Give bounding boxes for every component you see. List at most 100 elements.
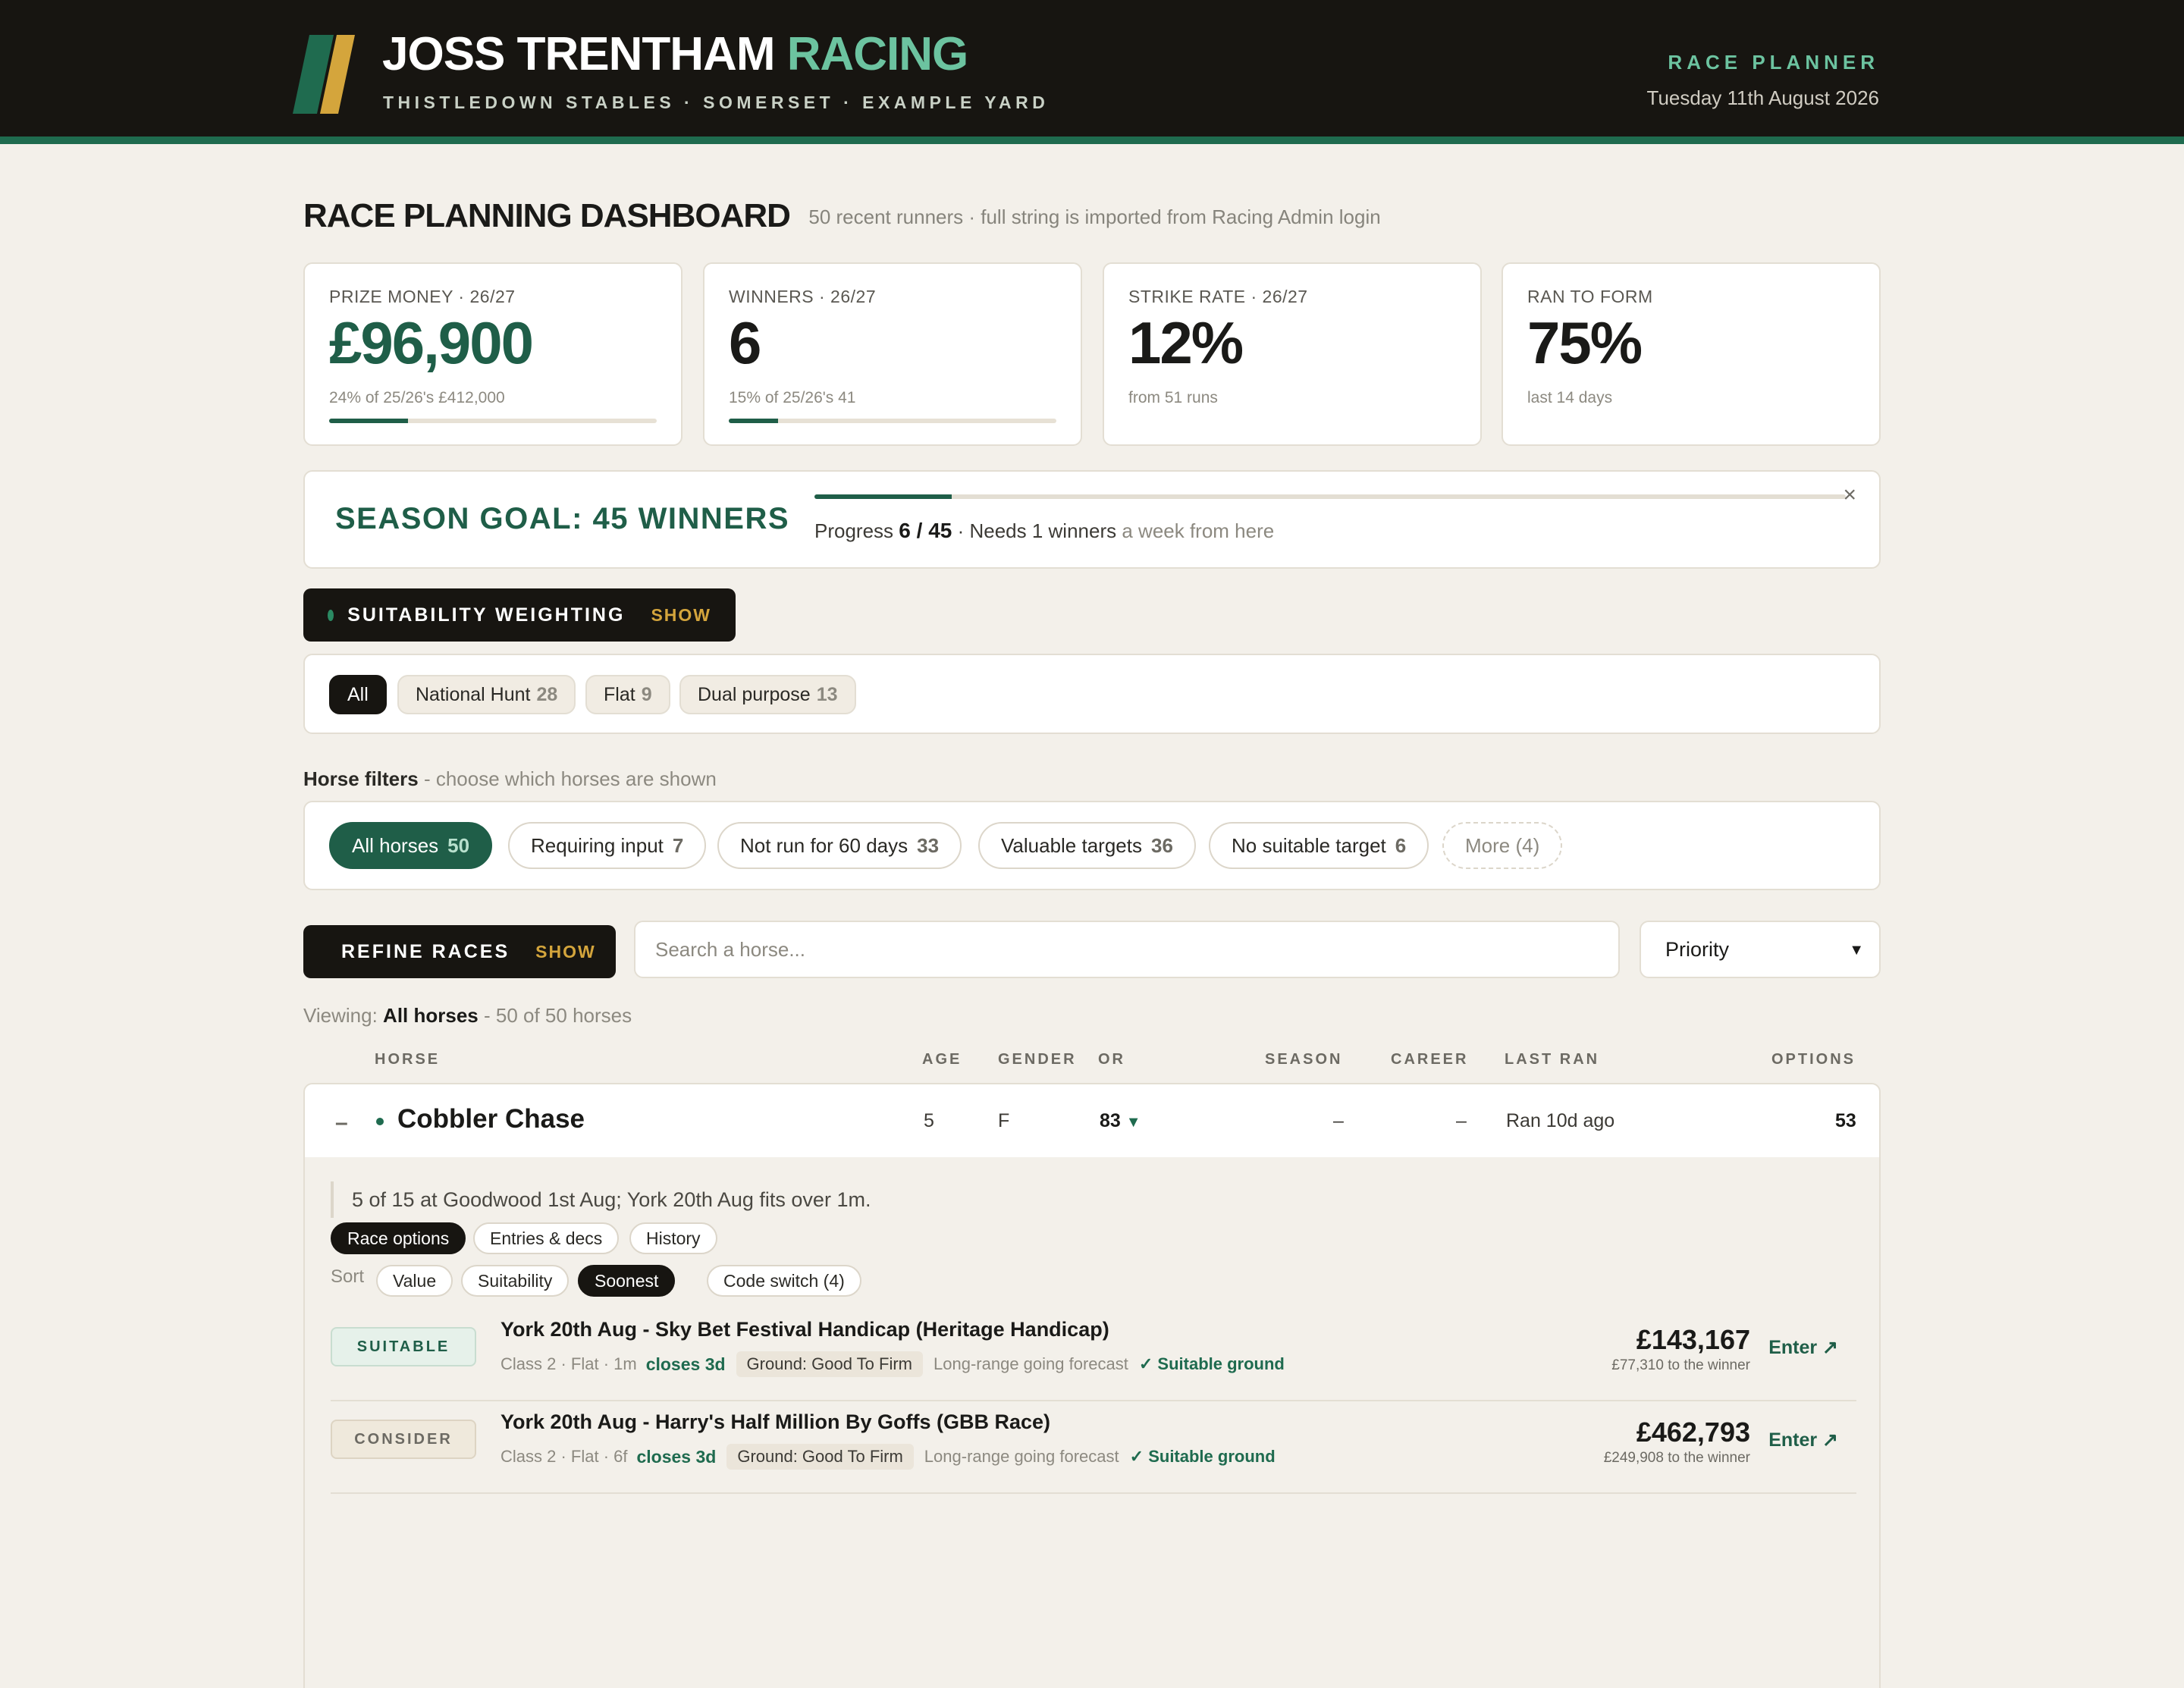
season-goal-title: SEASON GOAL: 45 WINNERS (335, 502, 790, 535)
suitable-ground-indicator: ✓ Suitable ground (1129, 1447, 1276, 1466)
horse-last-ran: Ran 10d ago (1506, 1110, 1615, 1131)
horse-or: 83 ▼ (1100, 1110, 1141, 1131)
enter-link[interactable]: Enter ↗ (1768, 1336, 1838, 1359)
stat-value: 6 (729, 309, 761, 376)
horse-note: 5 of 15 at Goodwood 1st Aug; York 20th A… (331, 1181, 871, 1218)
dashboard-heading: RACE PLANNING DASHBOARD 50 recent runner… (303, 197, 1381, 235)
priority-select[interactable]: Priority ▼ (1640, 921, 1881, 978)
page-subtitle: 50 recent runners · full string is impor… (808, 206, 1381, 228)
horse-season: – (1333, 1110, 1344, 1131)
stat-label: PRIZE MONEY · 26/27 (329, 287, 516, 306)
ground-badge: Ground: Good To Firm (736, 1351, 924, 1377)
brand-title: JOSS TRENTHAM RACING (382, 28, 968, 80)
status-badge: SUITABLE (331, 1327, 476, 1366)
stat-card-prize-money: PRIZE MONEY · 26/27 £96,900 24% of 25/26… (303, 262, 682, 446)
race-meta: Class 2 · Flat · 6f closes 3d Ground: Go… (500, 1444, 1276, 1470)
column-header-age[interactable]: AGE (922, 1051, 962, 1068)
sort-soonest[interactable]: Soonest (578, 1265, 676, 1297)
filter-not-run-60-days[interactable]: Not run for 60 days 33 (717, 822, 962, 869)
code-chip-flat[interactable]: Flat 9 (585, 675, 670, 714)
horse-options-count: 53 (1835, 1110, 1856, 1131)
sort-suitability[interactable]: Suitability (461, 1265, 570, 1297)
column-header-gender[interactable]: GENDER (998, 1051, 1077, 1068)
stat-label: STRIKE RATE · 26/27 (1128, 287, 1308, 306)
race-prize-winner: £249,908 to the winner (1603, 1450, 1750, 1466)
tab-race-options[interactable]: Race options (331, 1222, 466, 1254)
race-prize-winner: £77,310 to the winner (1611, 1357, 1750, 1373)
horse-detail-panel: 5 of 15 at Goodwood 1st Aug; York 20th A… (303, 1157, 1881, 1688)
stat-progress-bar (729, 419, 1056, 423)
enter-link[interactable]: Enter ↗ (1768, 1429, 1838, 1451)
tab-entries-decs[interactable]: Entries & decs (473, 1222, 620, 1254)
column-header-options[interactable]: OPTIONS (1771, 1051, 1856, 1068)
status-dot-icon (328, 609, 334, 621)
top-header: JOSS TRENTHAM RACING THISTLEDOWN STABLES… (0, 0, 2184, 144)
season-goal-progress-text: Progress 6 / 45 · Needs 1 winners a week… (814, 519, 1275, 542)
filter-all-horses[interactable]: All horses 50 (329, 822, 493, 869)
select-value: Priority (1665, 937, 1730, 961)
stat-card-strike-rate: STRIKE RATE · 26/27 12% from 51 runs (1103, 262, 1482, 446)
horse-gender: F (998, 1110, 1010, 1131)
column-header-career[interactable]: CAREER (1391, 1051, 1468, 1068)
code-filter-bar: All National Hunt 28 Flat 9 Dual purpose 13 (303, 654, 1881, 734)
filter-valuable-targets[interactable]: Valuable targets 36 (978, 822, 1196, 869)
race-option: SUITABLE York 20th Aug - Sky Bet Festiva… (331, 1310, 1856, 1401)
horse-filters-heading: Horse filters - choose which horses are … (303, 767, 717, 790)
stat-note: 24% of 25/26's £412,000 (329, 389, 505, 406)
horse-name[interactable]: Cobbler Chase (397, 1104, 585, 1134)
horse-filter-bar: All horses 50 Requiring input 7 Not run fo… (303, 801, 1881, 890)
column-header-last-ran[interactable]: LAST RAN (1505, 1051, 1599, 1068)
ground-badge: Ground: Good To Firm (726, 1444, 914, 1470)
filter-more[interactable]: More (4) (1442, 822, 1563, 869)
viewing-summary: Viewing: All horses - 50 of 50 horses (303, 1004, 632, 1027)
status-dot-icon (376, 1118, 384, 1125)
stat-note: from 51 runs (1128, 389, 1218, 406)
table-row[interactable]: – Cobbler Chase 5 F 83 ▼ – – Ran 10d ago… (303, 1083, 1881, 1159)
code-chip-national-hunt[interactable]: National Hunt 28 (397, 675, 576, 714)
code-switch-button[interactable]: Code switch (4) (707, 1265, 861, 1297)
collapse-icon[interactable]: – (335, 1110, 348, 1136)
tab-history[interactable]: History (629, 1222, 717, 1254)
close-icon[interactable]: × (1843, 482, 1856, 508)
filter-requiring-input[interactable]: Requiring input 7 (508, 822, 707, 869)
horse-career: – (1456, 1110, 1467, 1131)
section-label: RACE PLANNER (1668, 51, 1879, 74)
column-header-season[interactable]: SEASON (1265, 1051, 1342, 1068)
page-title: RACE PLANNING DASHBOARD (303, 197, 791, 234)
code-chip-all[interactable]: All (329, 675, 387, 714)
sort-value[interactable]: Value (376, 1265, 453, 1297)
sort-label: Sort (331, 1266, 365, 1287)
race-meta: Class 2 · Flat · 1m closes 3d Ground: Go… (500, 1351, 1285, 1377)
status-badge: CONSIDER (331, 1420, 476, 1459)
show-toggle[interactable]: SHOW (651, 605, 711, 626)
refine-label: REFINE RACES (341, 940, 510, 962)
race-prize: £143,167 (1636, 1324, 1750, 1355)
filter-no-suitable-target[interactable]: No suitable target 6 (1209, 822, 1429, 869)
stat-label: WINNERS · 26/27 (729, 287, 877, 306)
stat-value: 12% (1128, 309, 1244, 376)
column-header-horse[interactable]: HORSE (375, 1051, 440, 1068)
horse-age: 5 (924, 1110, 934, 1131)
trend-down-icon: ▼ (1125, 1114, 1141, 1131)
stat-value: £96,900 (329, 309, 534, 376)
chevron-down-icon: ▼ (1849, 942, 1864, 959)
race-title[interactable]: York 20th Aug - Harry's Half Million By … (500, 1410, 1050, 1434)
season-goal-progress-bar (814, 494, 1846, 499)
search-input[interactable]: Search a horse... (634, 921, 1620, 978)
show-toggle[interactable]: SHOW (535, 942, 596, 962)
race-prize: £462,793 (1636, 1417, 1750, 1448)
stat-label: RAN TO FORM (1527, 287, 1653, 306)
brand-logo-icon (293, 35, 355, 114)
code-chip-dual-purpose[interactable]: Dual purpose 13 (679, 675, 856, 714)
column-header-or[interactable]: OR (1098, 1051, 1125, 1068)
brand-subtitle: THISTLEDOWN STABLES · SOMERSET · EXAMPLE… (383, 93, 1050, 112)
suitability-weighting-toggle[interactable]: SUITABILITY WEIGHTING SHOW (303, 588, 736, 642)
race-option: CONSIDER York 20th Aug - Harry's Half Mi… (331, 1403, 1856, 1494)
stat-note: 15% of 25/26's 41 (729, 389, 856, 406)
stat-card-ran-to-form: RAN TO FORM 75% last 14 days (1502, 262, 1881, 446)
refine-races-toggle[interactable]: REFINE RACES SHOW (303, 925, 616, 978)
race-title[interactable]: York 20th Aug - Sky Bet Festival Handica… (500, 1318, 1109, 1341)
suitable-ground-indicator: ✓ Suitable ground (1138, 1354, 1285, 1373)
suitability-label: SUITABILITY WEIGHTING (347, 604, 626, 626)
current-date: Tuesday 11th August 2026 (1646, 86, 1879, 109)
